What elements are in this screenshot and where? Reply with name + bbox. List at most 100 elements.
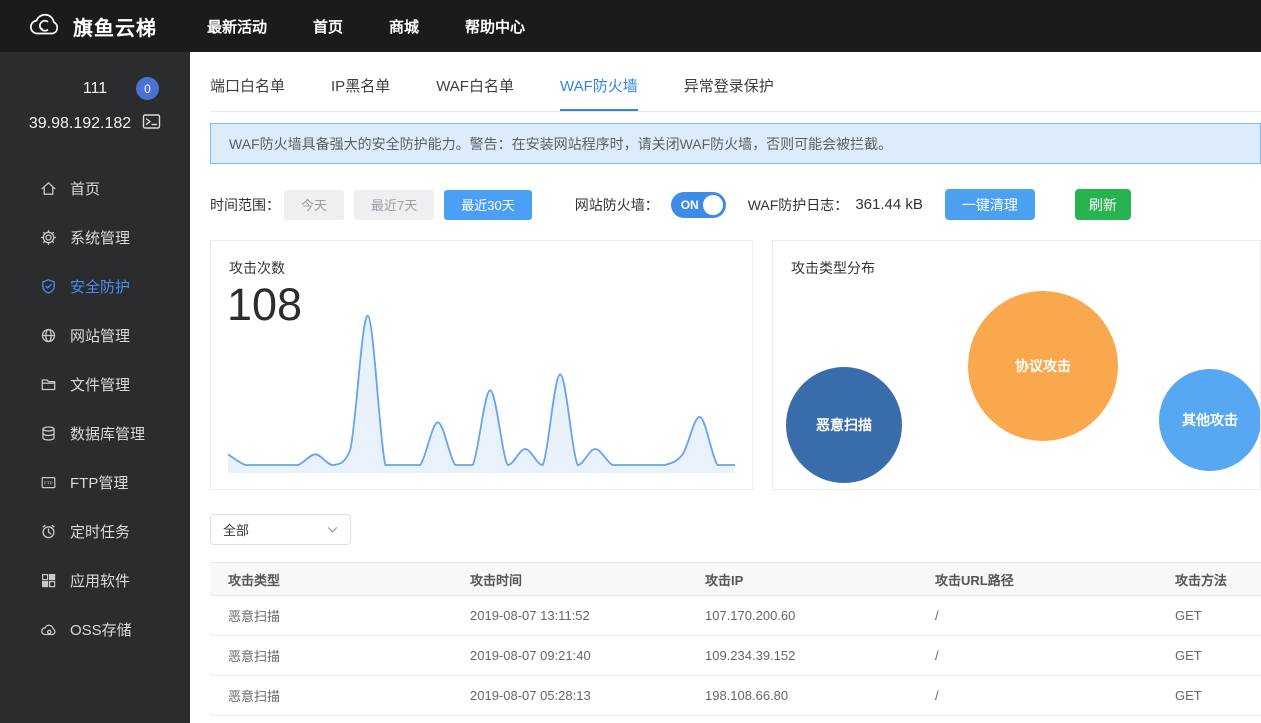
sidebar-item-label: FTP管理	[70, 475, 129, 492]
range-button-today[interactable]: 今天	[284, 189, 345, 220]
sidebar-item-database[interactable]: 数据库管理	[0, 409, 190, 458]
server-ip: 39.98.192.182	[28, 115, 132, 132]
select-value: 全部	[223, 523, 250, 538]
column-attack-ip: 攻击IP	[687, 562, 917, 596]
table-header: 攻击类型 攻击时间 攻击IP 攻击URL路径 攻击方法	[210, 562, 1261, 596]
shield-check-icon	[40, 278, 57, 295]
gear-icon	[40, 229, 57, 246]
time-range-label: 时间范围：	[210, 196, 280, 213]
attack-count-card: 攻击次数 108	[210, 240, 753, 490]
waf-log-label: WAF防护日志：	[747, 196, 849, 213]
attack-type-select[interactable]: 全部	[210, 514, 351, 545]
column-attack-time: 攻击时间	[452, 562, 687, 596]
sidebar-item-website[interactable]: 网站管理	[0, 311, 190, 360]
top-navbar: 旗鱼云梯 最新活动 首页 商城 帮助中心	[0, 0, 1261, 52]
bubble-label: 协议攻击	[1015, 358, 1071, 374]
sidebar-item-ftp[interactable]: FTP FTP管理	[0, 458, 190, 507]
main-content: 端口白名单 IP黑名单 WAF白名单 WAF防火墙 异常登录保护 WAF防火墙具…	[190, 52, 1261, 723]
table-cell: 恶意扫描	[210, 595, 452, 636]
attack-count-title: 攻击次数	[229, 260, 285, 276]
table-cell: GET	[1157, 675, 1261, 716]
cloud-logo-icon	[27, 9, 63, 44]
tab-bar: 端口白名单 IP黑名单 WAF白名单 WAF防火墙 异常登录保护	[210, 75, 1261, 112]
tab-login-protection[interactable]: 异常登录保护	[684, 75, 774, 111]
attack-type-bubble: 协议攻击	[968, 291, 1118, 441]
table-cell: /	[917, 635, 1157, 676]
table-cell: GET	[1157, 595, 1261, 636]
nav-item-home[interactable]: 首页	[313, 16, 343, 37]
attack-types-bubble-chart: 恶意扫描 协议攻击其他攻击	[773, 241, 1260, 489]
column-attack-method: 攻击方法	[1157, 562, 1261, 596]
sidebar-item-files[interactable]: 文件管理	[0, 360, 190, 409]
sidebar-item-label: OSS存储	[70, 622, 132, 639]
ftp-folder-icon: FTP	[40, 474, 57, 491]
sidebar-item-security[interactable]: 安全防护	[0, 262, 190, 311]
table-cell: 2019-08-07 13:11:52	[452, 595, 687, 636]
table-cell: /	[917, 675, 1157, 716]
sidebar-item-label: 定时任务	[70, 524, 131, 541]
toggle-on-text: ON	[680, 197, 699, 212]
banner-text: WAF防火墙具备强大的安全防护能力。警告：在安装网站程序时，请关闭WAF防火墙，…	[229, 135, 893, 152]
refresh-button[interactable]: 刷新	[1074, 189, 1131, 220]
range-button-7days[interactable]: 最近7天	[354, 189, 435, 220]
sidebar-item-home[interactable]: 首页	[0, 164, 190, 213]
table-cell: 恶意扫描	[210, 635, 452, 676]
table-body: 恶意扫描 2019-08-07 13:11:52 107.170.200.60/GE…	[210, 595, 1261, 716]
toggle-knob	[702, 194, 723, 215]
sidebar-item-oss[interactable]: OSS存储	[0, 605, 190, 654]
tab-waf-whitelist[interactable]: WAF白名单	[436, 75, 514, 111]
table-cell: 2019-08-07 05:28:13	[452, 675, 687, 716]
tab-ip-blacklist[interactable]: IP黑名单	[331, 75, 390, 111]
home-icon	[40, 180, 57, 197]
sidebar-menu: 首页 系统管理 安全防护 网站管理 文件管理 数据库管理 FTP FTP管理 定…	[0, 164, 190, 654]
column-attack-type: 攻击类型	[210, 562, 452, 596]
firewall-toggle-label: 网站防火墙：	[574, 196, 659, 213]
sidebar-item-label: 首页	[70, 181, 101, 198]
attack-type-bubble: 恶意扫描	[786, 367, 902, 483]
cloud-storage-icon	[40, 621, 57, 638]
table-cell: 恶意扫描	[210, 675, 452, 716]
column-attack-url: 攻击URL路径	[917, 562, 1157, 596]
top-nav-menu: 最新活动 首页 商城 帮助中心	[190, 16, 525, 37]
attack-count-chart	[228, 314, 735, 473]
filter-row: 全部	[210, 514, 1261, 545]
sidebar-item-label: 应用软件	[70, 573, 131, 590]
firewall-toggle[interactable]: ON	[670, 191, 726, 218]
charts-row: 攻击次数 108 攻击类型分布 恶意扫描 协议攻击 其他攻击	[210, 240, 1261, 490]
table-cell: 107.170.200.60	[687, 595, 917, 636]
table-row: 恶意扫描 2019-08-07 05:28:13 198.108.66.80/GET	[210, 675, 1261, 716]
waf-log-size: 361.44 kB	[855, 196, 923, 213]
controls-row: 时间范围： 今天 最近7天 最近30天 网站防火墙： ON WAF防护日志： 3…	[210, 189, 1261, 220]
bubble-label: 恶意扫描	[816, 417, 872, 433]
terminal-icon[interactable]	[142, 113, 161, 135]
table-cell: 198.108.66.80	[687, 675, 917, 716]
sidebar-item-cron[interactable]: 定时任务	[0, 507, 190, 556]
table-row: 恶意扫描 2019-08-07 13:11:52 107.170.200.60/GE…	[210, 595, 1261, 636]
notification-badge: 0	[136, 77, 159, 100]
nav-item-shop[interactable]: 商城	[389, 16, 419, 37]
attack-log-table: 攻击类型 攻击时间 攻击IP 攻击URL路径 攻击方法 恶意扫描 2019-08-…	[210, 562, 1261, 716]
range-button-30days[interactable]: 最近30天	[444, 189, 532, 220]
tab-waf-firewall[interactable]: WAF防火墙	[559, 75, 638, 111]
clean-log-button[interactable]: 一键清理	[944, 189, 1035, 220]
chevron-down-icon	[327, 526, 338, 534]
area-fill	[228, 315, 735, 473]
table-cell: GET	[1157, 635, 1261, 676]
sidebar-item-system[interactable]: 系统管理	[0, 213, 190, 262]
sidebar-item-label: 数据库管理	[70, 426, 146, 443]
server-name: 111	[82, 80, 108, 97]
database-icon	[40, 425, 57, 442]
table-row: 恶意扫描 2019-08-07 09:21:40 109.234.39.152/GE…	[210, 635, 1261, 676]
bubble-label: 其他攻击	[1182, 412, 1238, 428]
tab-port-whitelist[interactable]: 端口白名单	[210, 75, 285, 111]
server-name-row: 111 0	[0, 77, 190, 100]
apps-grid-icon	[40, 572, 57, 589]
server-ip-row: 39.98.192.182	[0, 113, 190, 135]
table-cell: 2019-08-07 09:21:40	[452, 635, 687, 676]
brand-name: 旗鱼云梯	[73, 17, 157, 40]
sidebar-item-apps[interactable]: 应用软件	[0, 556, 190, 605]
table-cell: /	[917, 595, 1157, 636]
nav-item-help[interactable]: 帮助中心	[465, 16, 525, 37]
brand[interactable]: 旗鱼云梯	[0, 9, 190, 44]
nav-item-activity[interactable]: 最新活动	[207, 16, 267, 37]
